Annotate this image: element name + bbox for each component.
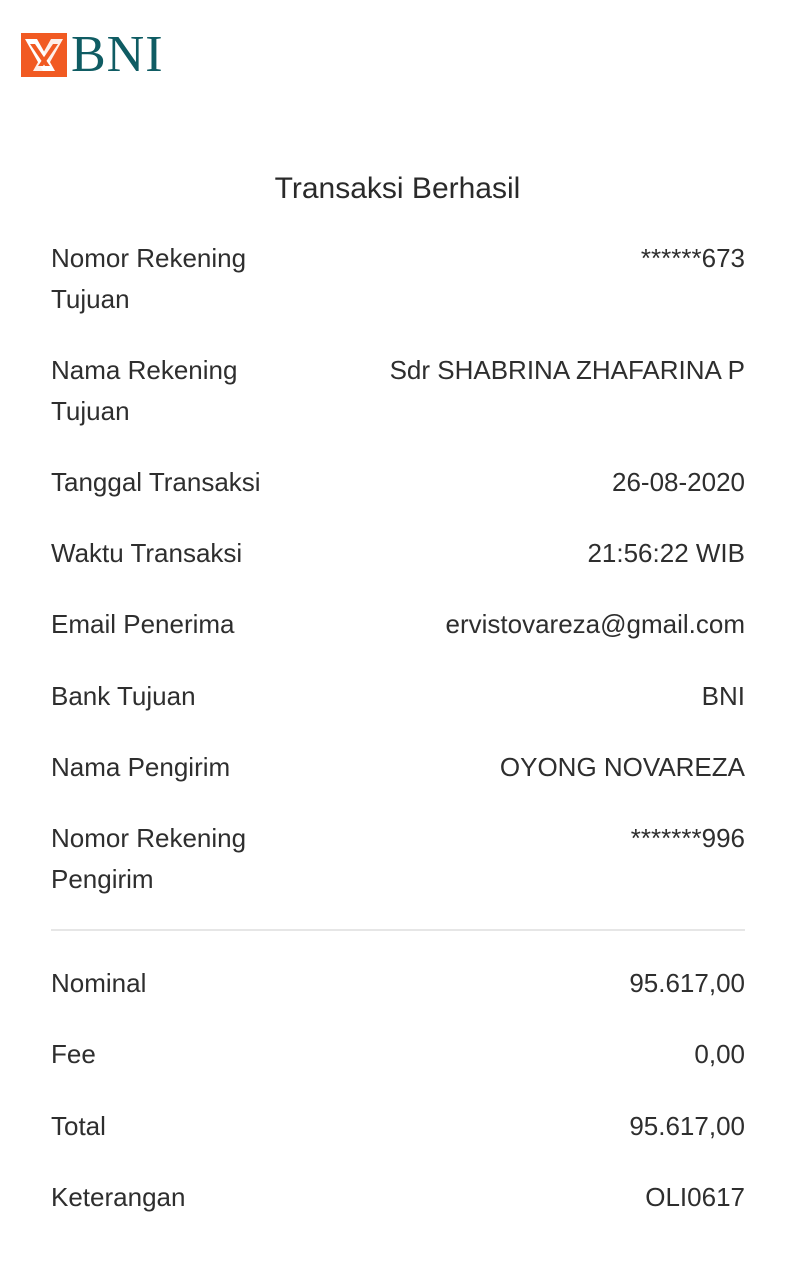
detail-label: Nomor Rekening Pengirim — [51, 823, 247, 894]
transaction-receipt: BNI Transaksi Berhasil Nomor Rekening Tu… — [0, 0, 795, 1280]
detail-row-waktu-transaksi: Waktu Transaksi 21:56:22 WIB — [51, 533, 745, 574]
detail-value: Sdr SHABRINA ZHAFARINA P — [389, 355, 745, 385]
bni-logo-text: BNI — [71, 26, 164, 83]
detail-label: Nomor Rekening Tujuan — [51, 243, 247, 314]
summary-label: Total — [51, 1111, 106, 1141]
detail-value: BNI — [701, 681, 745, 711]
detail-label: Nama Pengirim — [51, 752, 231, 782]
detail-row-email-penerima: Email Penerima ervistovareza@gmail.com — [51, 604, 745, 645]
page-title: Transaksi Berhasil — [274, 172, 521, 205]
bni-logo-mark-icon — [21, 33, 67, 77]
summary-label: Fee — [51, 1039, 96, 1069]
detail-value: *******996 — [630, 823, 745, 853]
summary-value: 0,00 — [694, 1039, 745, 1069]
detail-row-bank-tujuan: Bank Tujuan BNI — [51, 676, 745, 717]
detail-value: OYONG NOVAREZA — [499, 752, 745, 782]
detail-value: ervistovareza@gmail.com — [445, 609, 745, 639]
detail-row-tanggal-transaksi: Tanggal Transaksi 26-08-2020 — [51, 462, 745, 503]
detail-value: ******673 — [640, 243, 745, 273]
detail-row-nama-pengirim: Nama Pengirim OYONG NOVAREZA — [51, 747, 745, 788]
summary-row-fee: Fee 0,00 — [51, 1034, 745, 1075]
summary-row-keterangan: Keterangan OLI0617 — [51, 1177, 745, 1218]
detail-row-nomor-rekening-tujuan: Nomor Rekening Tujuan ******673 — [51, 238, 745, 320]
detail-label: Nama Rekening Tujuan — [51, 355, 238, 426]
summary-label: Nominal — [51, 968, 147, 998]
summary-row-total: Total 95.617,00 — [51, 1106, 745, 1147]
detail-row-nama-rekening-tujuan: Nama Rekening Tujuan Sdr SHABRINA ZHAFAR… — [51, 350, 745, 432]
detail-value: 21:56:22 WIB — [587, 538, 745, 568]
bni-logo: BNI — [21, 26, 164, 83]
detail-label: Email Penerima — [51, 609, 235, 639]
detail-label: Bank Tujuan — [51, 681, 196, 711]
detail-value: 26-08-2020 — [612, 467, 745, 497]
summary-value: 95.617,00 — [629, 968, 745, 998]
summary-value: 95.617,00 — [629, 1111, 745, 1141]
divider — [51, 929, 745, 931]
summary-value: OLI0617 — [645, 1182, 745, 1212]
detail-row-nomor-rekening-pengirim: Nomor Rekening Pengirim *******996 — [51, 818, 745, 900]
summary-row-nominal: Nominal 95.617,00 — [51, 963, 745, 1004]
detail-label: Tanggal Transaksi — [51, 467, 261, 497]
summary-label: Keterangan — [51, 1182, 186, 1212]
detail-label: Waktu Transaksi — [51, 538, 243, 568]
